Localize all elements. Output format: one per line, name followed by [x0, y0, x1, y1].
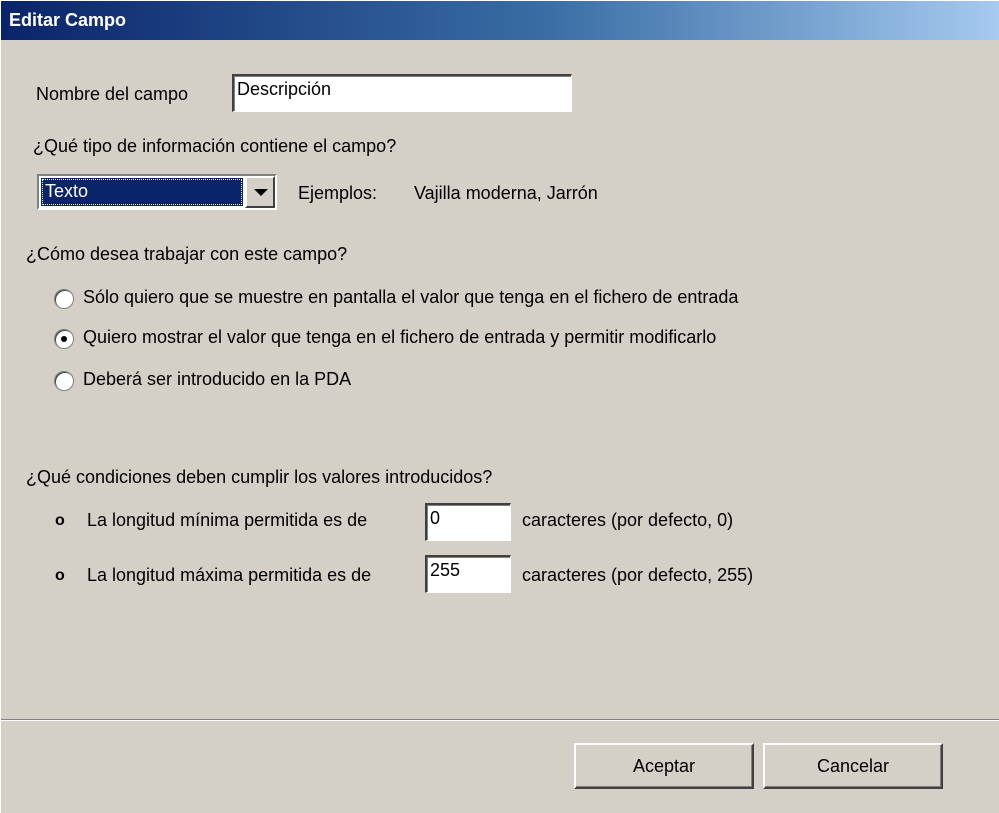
info-type-question: ¿Qué tipo de información contiene el cam…: [33, 136, 397, 156]
radio-enter-in-pda-label[interactable]: Deberá ser introducido en la PDA: [83, 369, 351, 390]
title-bar[interactable]: Editar Campo: [1, 0, 999, 40]
info-type-select[interactable]: Texto: [37, 174, 277, 210]
work-mode-question: ¿Cómo desea trabajar con este campo?: [26, 244, 348, 264]
info-type-selected-value: Texto: [41, 178, 243, 206]
min-length-suffix: caracteres (por defecto, 0): [522, 510, 734, 530]
bullet-icon: o: [55, 512, 65, 529]
radio-enter-in-pda[interactable]: [54, 371, 74, 391]
examples-value: Vajilla moderna, Jarrón: [414, 183, 598, 203]
max-length-input[interactable]: 255: [425, 555, 511, 593]
min-length-input[interactable]: 0: [425, 503, 511, 541]
field-name-input[interactable]: Descripción: [232, 74, 572, 112]
divider: [1, 719, 999, 721]
dropdown-button[interactable]: [245, 176, 275, 208]
radio-display-only[interactable]: [54, 289, 74, 309]
max-length-label: La longitud máxima permitida es de: [87, 565, 372, 585]
field-name-label: Nombre del campo: [36, 84, 189, 104]
bullet-icon: o: [55, 567, 65, 584]
cancel-button[interactable]: Cancelar: [763, 743, 943, 789]
radio-display-only-label[interactable]: Sólo quiero que se muestre en pantalla e…: [83, 287, 738, 308]
radio-selected-dot: [61, 336, 67, 342]
chevron-down-icon: [254, 189, 268, 196]
accept-button[interactable]: Aceptar: [574, 743, 754, 789]
min-length-label: La longitud mínima permitida es de: [87, 510, 368, 530]
radio-display-and-edit-label[interactable]: Quiero mostrar el valor que tenga en el …: [83, 327, 716, 348]
radio-display-and-edit[interactable]: [54, 329, 74, 349]
edit-field-dialog: Editar Campo Nombre del campo Descripció…: [0, 0, 999, 813]
examples-label: Ejemplos:: [298, 183, 378, 203]
max-length-suffix: caracteres (por defecto, 255): [522, 565, 754, 585]
window-title: Editar Campo: [9, 10, 127, 30]
conditions-question: ¿Qué condiciones deben cumplir los valor…: [26, 467, 493, 487]
